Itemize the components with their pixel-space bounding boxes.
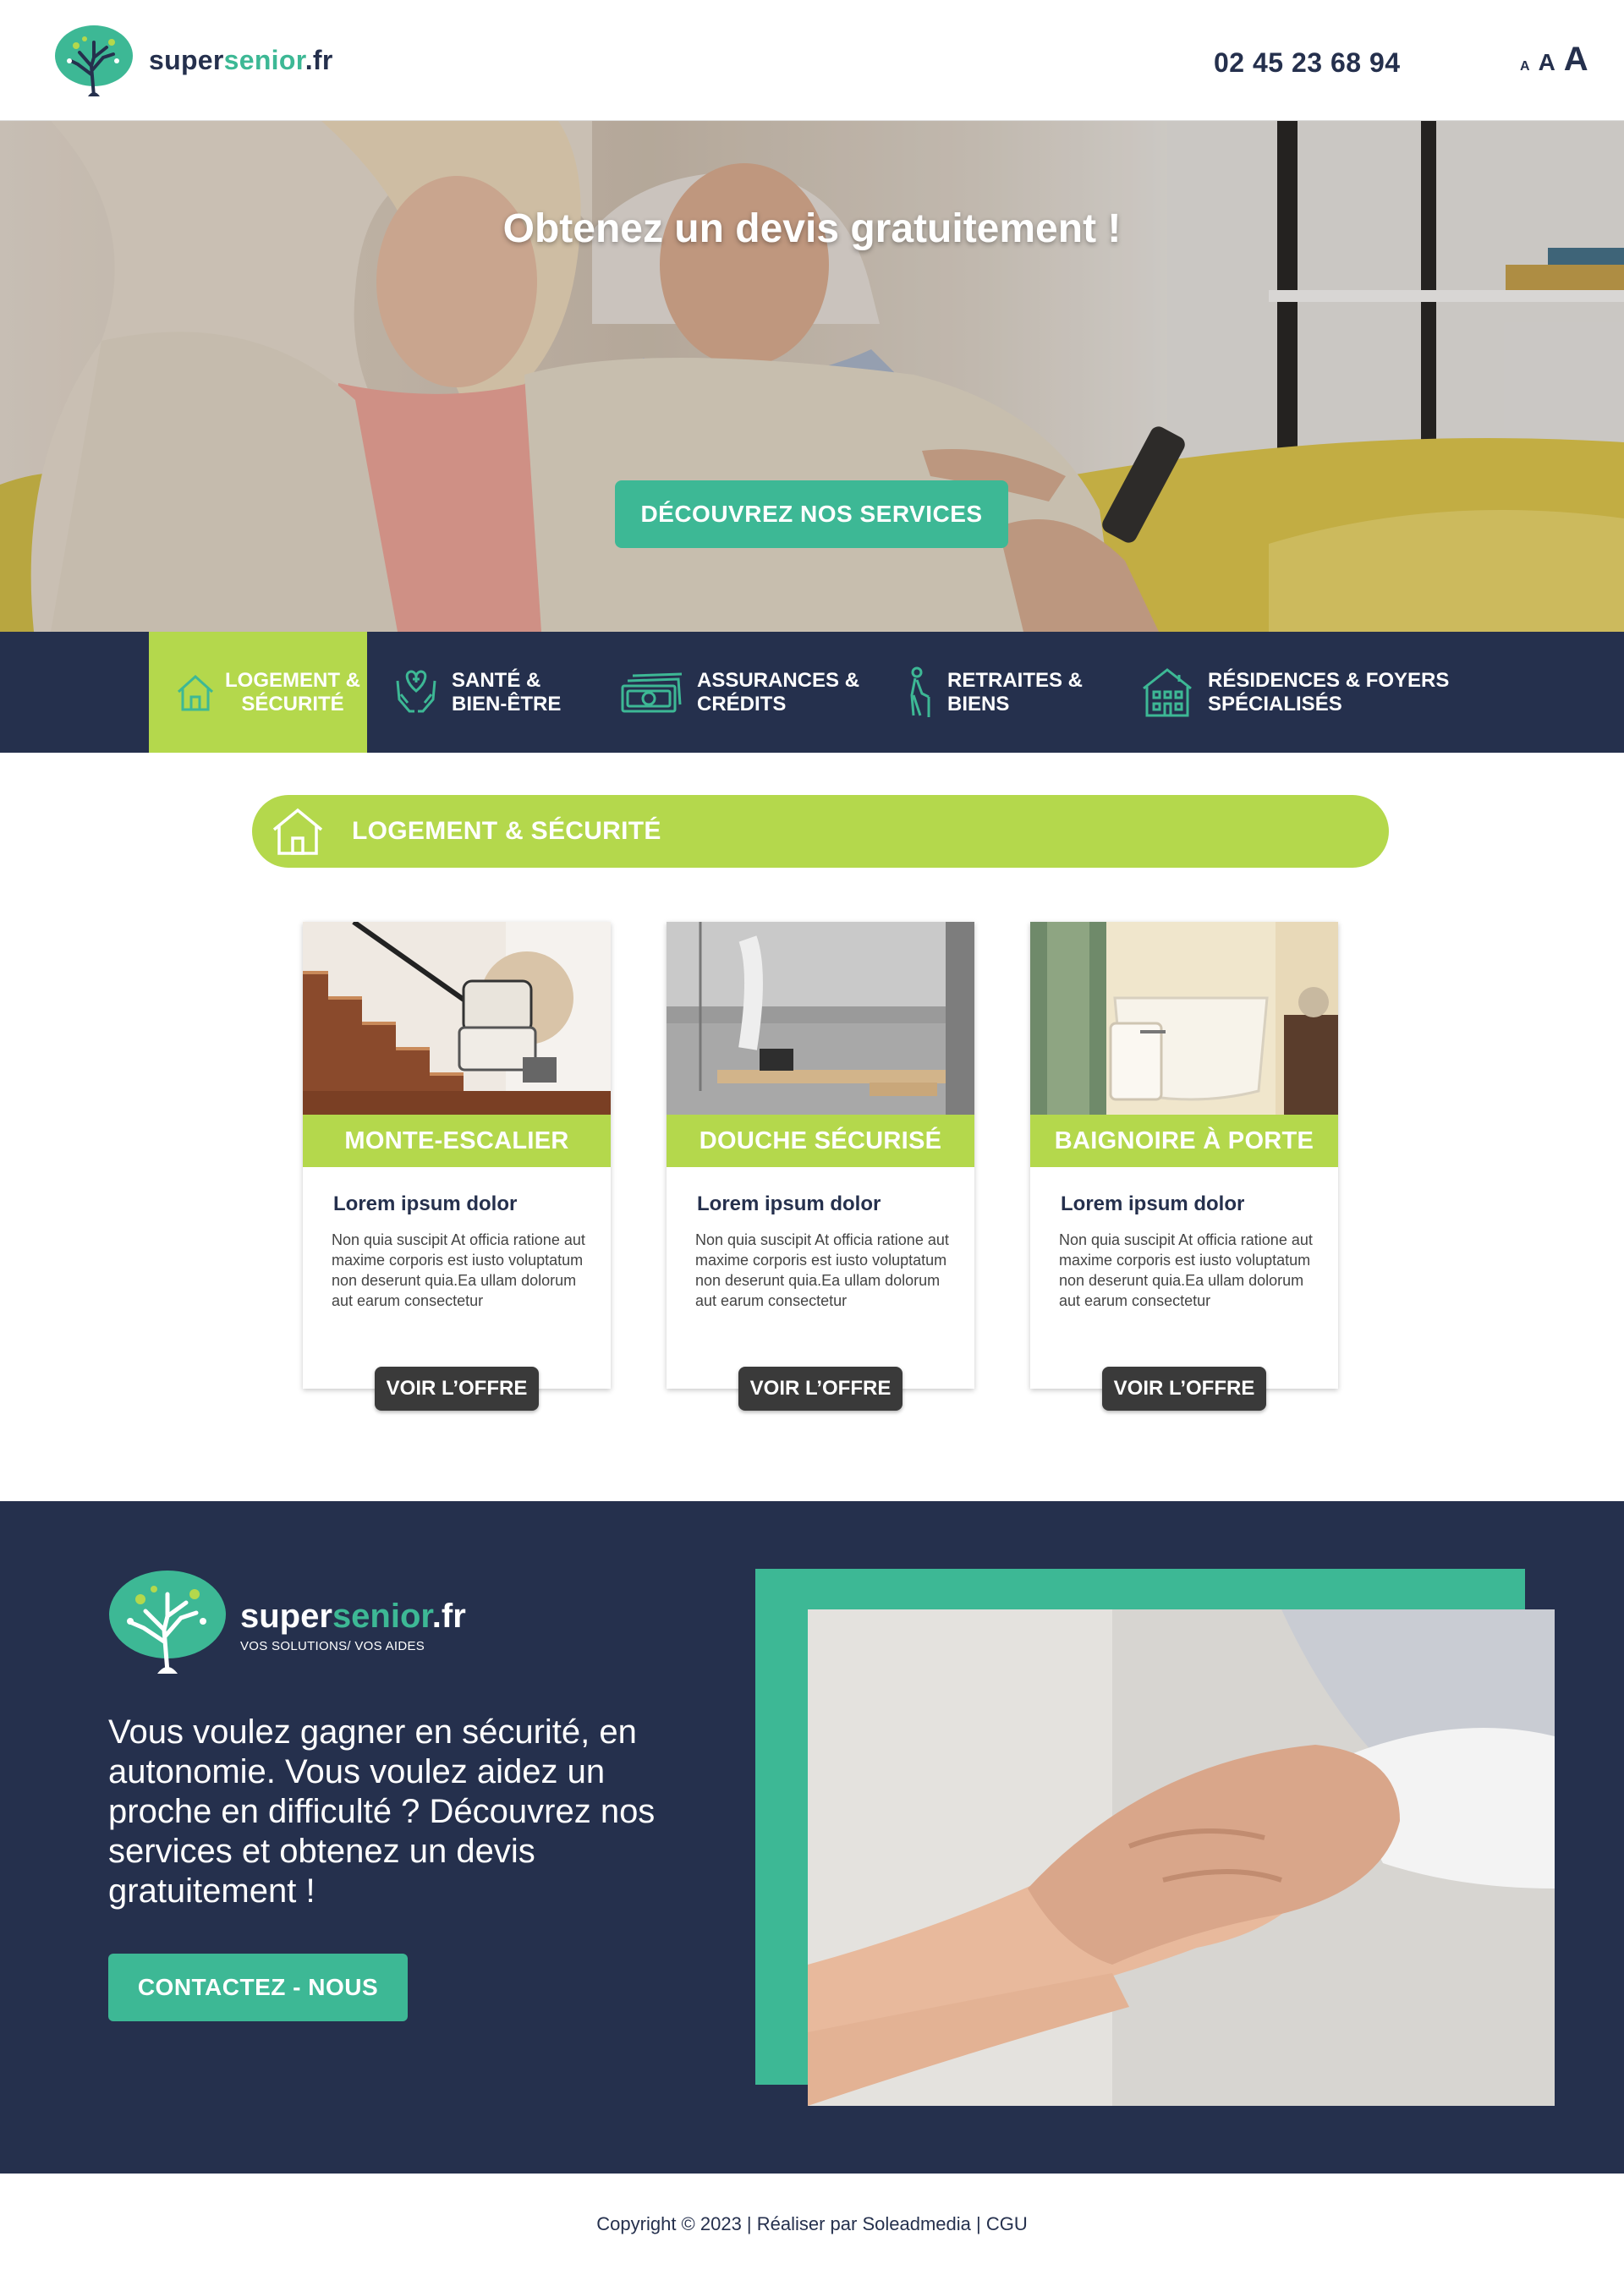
card-description: Non quia suscipit At officia ratione aut… [695, 1231, 949, 1309]
contact-us-button[interactable]: CONTACTEZ - NOUS [108, 1954, 408, 2021]
category-label: SANTÉ & BIEN-ÊTRE [452, 668, 562, 715]
card-description: Non quia suscipit At officia ratione aut… [1059, 1231, 1313, 1309]
view-offer-button[interactable]: VOIR L’OFFRE [1102, 1367, 1266, 1411]
copyright-text: Copyright © 2023 | Réaliser par Soleadme… [596, 2213, 1028, 2234]
category-assurances-credits[interactable]: ASSURANCES & CRÉDITS [619, 632, 873, 753]
offer-card-baignoire-a-porte: BAIGNOIRE À PORTE Lorem ipsum dolor Non … [1030, 922, 1338, 1411]
house-icon [177, 674, 214, 710]
category-sante-bien-etre[interactable]: SANTÉ & BIEN-ÊTRE [394, 632, 597, 753]
section-header: LOGEMENT & SÉCURITÉ [252, 795, 1389, 868]
tree-logo-icon [55, 25, 133, 96]
section-title: LOGEMENT & SÉCURITÉ [352, 817, 661, 845]
font-size-controls: A A A [1520, 41, 1588, 79]
logo-prefix: super [240, 1598, 332, 1635]
card-description: Non quia suscipit At officia ratione aut… [332, 1231, 585, 1309]
promo-photo [808, 1609, 1555, 2106]
logo-tagline: VOS SOLUTIONS/ VOS AIDES [240, 1639, 425, 1653]
view-offer-button[interactable]: VOIR L’OFFRE [375, 1367, 539, 1411]
copyright-bar: Copyright © 2023 | Réaliser par Soleadme… [0, 2174, 1624, 2275]
footer-logo-wordmark: supersenior.fr VOS SOLUTIONS/ VOS AIDES [240, 1598, 466, 1653]
category-label: ASSURANCES & CRÉDITS [697, 668, 860, 715]
logo-prefix: super [149, 44, 224, 75]
logo-suffix: .fr [431, 1598, 466, 1635]
card-image [303, 922, 611, 1115]
building-icon [1143, 667, 1192, 716]
logo-highlight: senior [223, 44, 305, 75]
card-subtitle: Lorem ipsum dolor [333, 1192, 518, 1215]
footer-logo-name: supersenior.fr [240, 1598, 466, 1636]
view-offer-button[interactable]: VOIR L’OFFRE [738, 1367, 903, 1411]
phone-number[interactable]: 02 45 23 68 94 [1214, 47, 1401, 79]
category-label: RETRAITES & BIENS [947, 668, 1084, 715]
money-icon [621, 672, 683, 712]
card-title: DOUCHE SÉCURISÉ [667, 1115, 974, 1167]
promo-text: Vous voulez gagner en sécurité, en auton… [108, 1713, 656, 1910]
footer-logo[interactable]: supersenior.fr VOS SOLUTIONS/ VOS AIDES [108, 1569, 466, 1674]
card-subtitle: Lorem ipsum dolor [697, 1192, 881, 1215]
card-image [667, 922, 974, 1115]
font-size-small-button[interactable]: A [1520, 59, 1530, 74]
card-subtitle: Lorem ipsum dolor [1061, 1192, 1245, 1215]
card-title: MONTE-ESCALIER [303, 1115, 611, 1167]
offer-card-douche-securise: DOUCHE SÉCURISÉ Lorem ipsum dolor Non qu… [667, 922, 974, 1411]
elderly-cane-icon [910, 666, 930, 717]
font-size-large-button[interactable]: A [1564, 41, 1588, 79]
hero-overlay [0, 121, 1624, 632]
card-image [1030, 922, 1338, 1115]
site-logo[interactable]: supersenior.fr [54, 24, 333, 96]
tree-logo-icon [109, 1571, 226, 1674]
category-retraites-biens[interactable]: RETRAITES & BIENS [905, 632, 1108, 753]
card-title: BAIGNOIRE À PORTE [1030, 1115, 1338, 1167]
logo-suffix: .fr [304, 44, 333, 75]
heart-hands-icon [396, 669, 436, 712]
hero-banner: Obtenez un devis gratuitement ! DÉCOUVRE… [0, 121, 1624, 632]
discover-services-button[interactable]: DÉCOUVREZ NOS SERVICES [615, 480, 1008, 548]
font-size-medium-button[interactable]: A [1539, 49, 1555, 76]
promo-section: supersenior.fr VOS SOLUTIONS/ VOS AIDES … [0, 1501, 1624, 2174]
hero-title: Obtenez un devis gratuitement ! [502, 206, 1122, 251]
logo-highlight: senior [332, 1598, 432, 1635]
category-residences-foyers[interactable]: RÉSIDENCES & FOYERS SPÉCIALISÉS [1140, 632, 1495, 753]
category-logement-securite[interactable]: LOGEMENT & SÉCURITÉ [149, 632, 367, 753]
house-icon [272, 808, 323, 855]
site-header: supersenior.fr 02 45 23 68 94 A A A [0, 0, 1624, 121]
offer-card-monte-escalier: MONTE-ESCALIER Lorem ipsum dolor Non qui… [303, 922, 611, 1411]
logo-wordmark: supersenior.fr [149, 45, 333, 76]
category-label: LOGEMENT & SÉCURITÉ [225, 668, 360, 715]
category-label: RÉSIDENCES & FOYERS SPÉCIALISÉS [1208, 668, 1450, 715]
category-nav: LOGEMENT & SÉCURITÉ SANTÉ & BIEN-ÊTRE AS… [0, 632, 1624, 753]
